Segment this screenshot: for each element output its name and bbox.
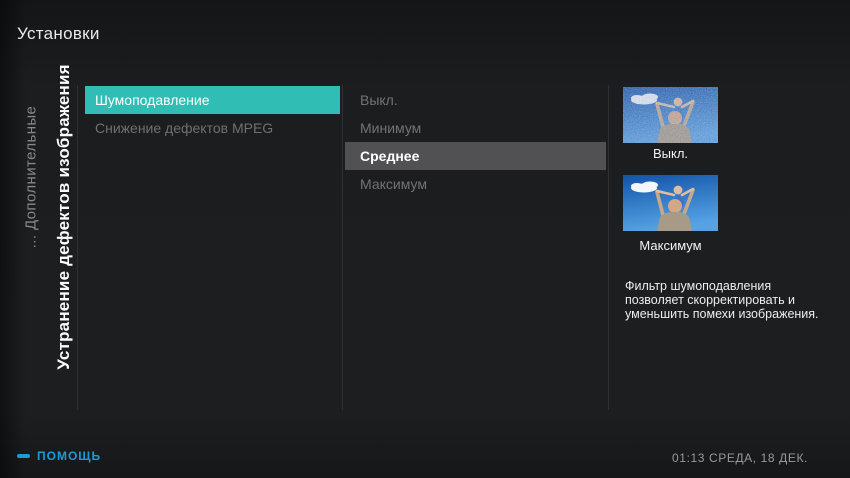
option-label: Среднее: [360, 148, 419, 164]
preview-image-clean: [623, 175, 718, 231]
divider-options-preview: [608, 85, 609, 410]
menu-item-label: Шумоподавление: [95, 92, 210, 108]
menu-item-label: Снижение дефектов MPEG: [95, 120, 273, 136]
divider-sidebar: [77, 85, 78, 410]
option-off[interactable]: Выкл.: [345, 86, 606, 114]
options-list: Выкл. Минимум Среднее Максимум: [345, 86, 606, 198]
clock-date: 01:13 СРЕДА, 18 ДЕК.: [672, 451, 808, 465]
sidebar-category-label: ... Дополнительные: [23, 106, 40, 249]
help-button[interactable]: ПОМОЩЬ: [17, 449, 101, 463]
preview-image-noisy: [623, 87, 718, 143]
option-medium[interactable]: Среднее: [345, 142, 606, 170]
setting-description: Фильтр шумоподавления позволяет скоррект…: [625, 279, 832, 321]
menu-item-noise-reduction[interactable]: Шумоподавление: [85, 86, 340, 114]
sidebar-section-label: Устранение дефектов изображения: [54, 64, 74, 370]
page-title: Установки: [17, 24, 100, 44]
preview-label-off: Выкл.: [623, 146, 718, 161]
settings-menu: Шумоподавление Снижение дефектов MPEG: [85, 86, 340, 142]
option-label: Минимум: [360, 120, 421, 136]
option-maximum[interactable]: Максимум: [345, 170, 606, 198]
option-label: Выкл.: [360, 92, 398, 108]
option-label: Максимум: [360, 176, 427, 192]
menu-item-mpeg-reduction[interactable]: Снижение дефектов MPEG: [85, 114, 340, 142]
option-minimum[interactable]: Минимум: [345, 114, 606, 142]
dash-icon: [17, 454, 30, 458]
help-label: ПОМОЩЬ: [37, 449, 101, 463]
tv-settings-screen: Установки ... Дополнительные Устранение …: [0, 0, 850, 478]
divider-menu-options: [342, 85, 343, 410]
preview-label-maximum: Максимум: [623, 238, 718, 253]
